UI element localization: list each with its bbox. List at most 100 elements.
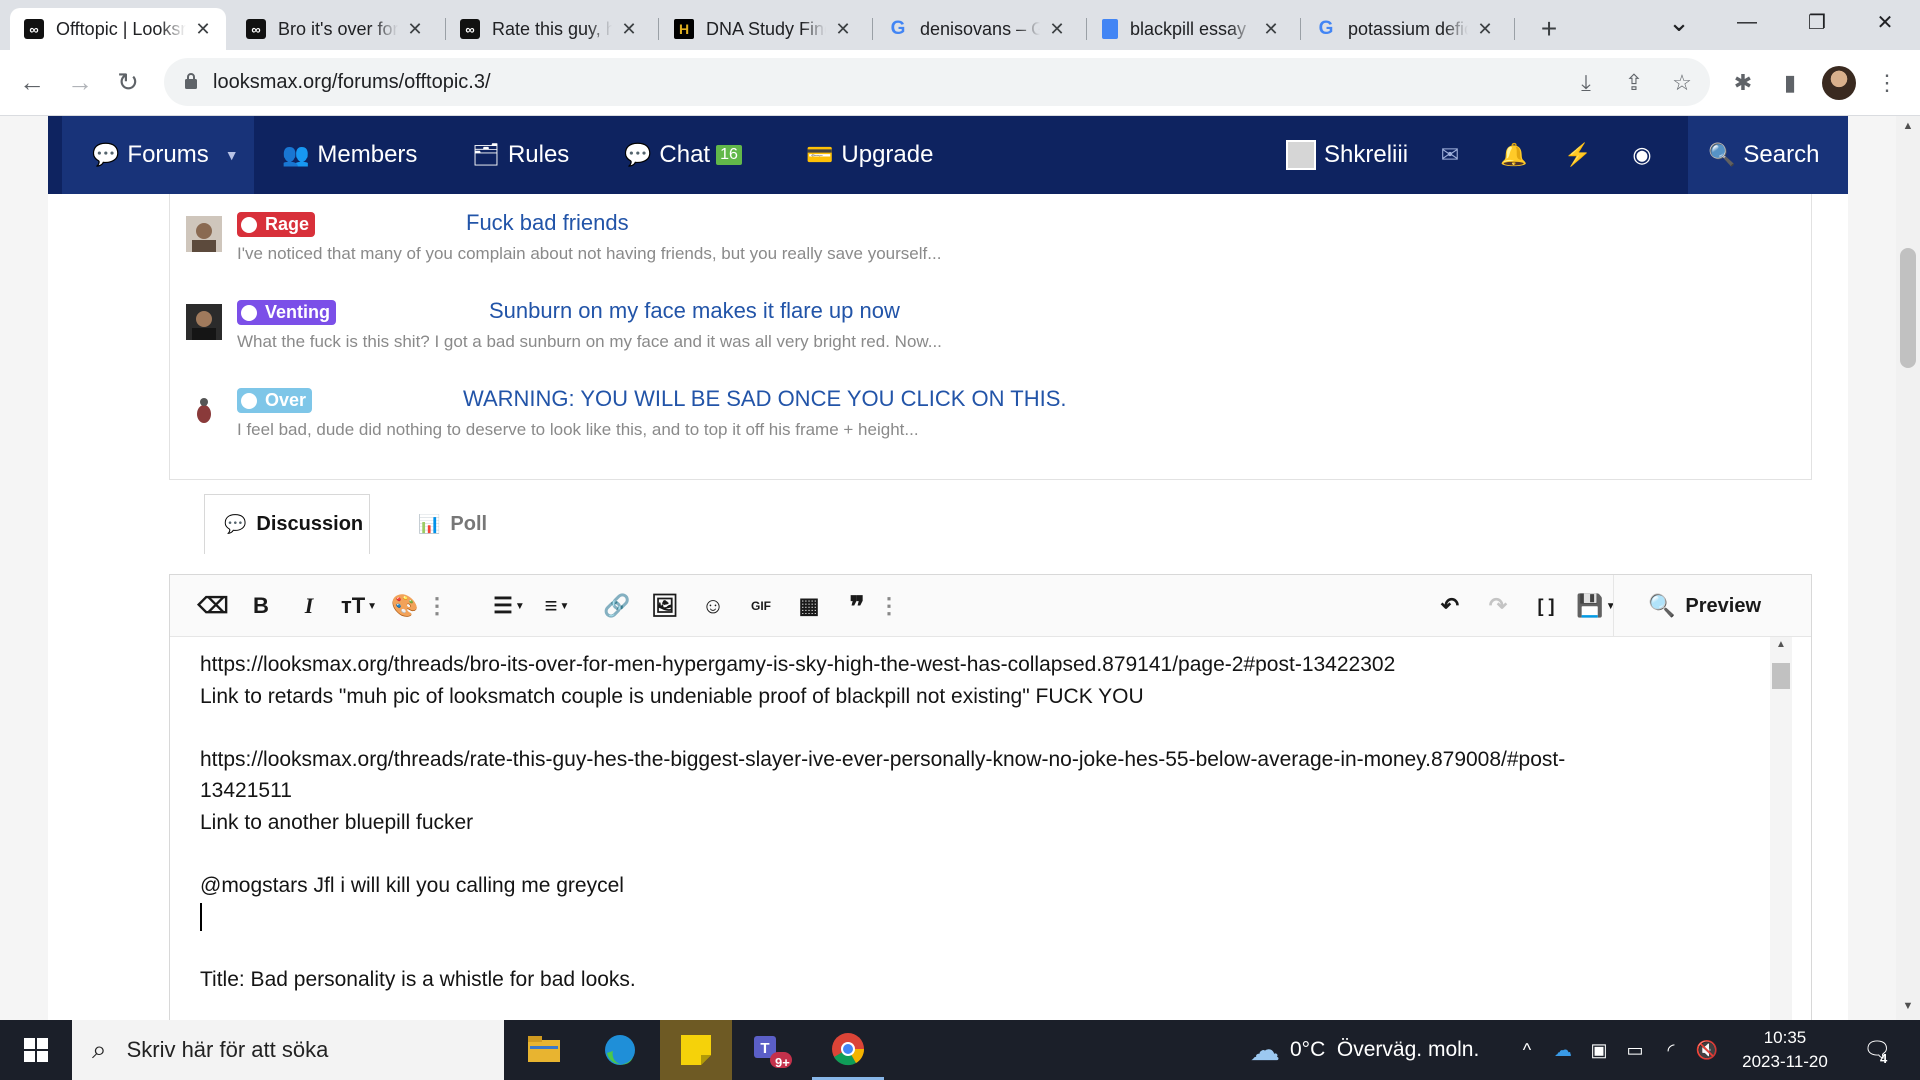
tab-poll[interactable]: 📊 Poll — [418, 494, 487, 554]
file-explorer-icon[interactable] — [508, 1020, 580, 1080]
avatar[interactable] — [186, 392, 222, 428]
close-tab-icon[interactable]: ✕ — [404, 18, 426, 40]
quote-icon[interactable]: ❞ — [840, 589, 874, 623]
eraser-icon[interactable]: ⌫ — [196, 589, 230, 623]
browser-tab-blackpill-essay[interactable]: blackpill essay ✕ — [1088, 8, 1294, 50]
extensions-icon[interactable]: ✱ — [1728, 68, 1758, 98]
install-app-icon[interactable]: ⤓ — [1573, 70, 1599, 96]
new-tab-icon[interactable]: + — [1532, 12, 1566, 46]
thread-title-link[interactable]: Sunburn on my face makes it flare up now — [489, 298, 900, 324]
chrome-menu-icon[interactable]: ⋮ — [1872, 68, 1902, 98]
tab-discussion[interactable]: 💬 Discussion — [204, 494, 370, 554]
share-icon[interactable]: ⇪ — [1621, 70, 1647, 96]
palette-icon[interactable]: 🎨 — [388, 589, 422, 623]
browser-tab-rate-this-guy[interactable]: ∞ Rate this guy, hes the ✕ — [446, 8, 652, 50]
edge-browser-icon[interactable] — [584, 1020, 656, 1080]
forward-icon[interactable]: → — [62, 64, 98, 100]
avatar[interactable] — [186, 216, 222, 252]
system-clock[interactable]: 10:35 2023-11-20 — [1735, 1026, 1835, 1074]
reload-icon[interactable]: ↻ — [110, 64, 146, 100]
editor-scrollbar[interactable]: ▲ — [1770, 637, 1792, 1020]
inbox-icon[interactable]: ✉ — [1430, 116, 1470, 194]
bell-icon[interactable]: 🔔 — [1494, 116, 1534, 194]
gif-icon[interactable]: GIF — [744, 589, 778, 623]
lock-icon[interactable] — [184, 72, 198, 90]
restore-icon[interactable]: ❐ — [1788, 0, 1846, 44]
browser-tab-dna-study[interactable]: H DNA Study Finds ✕ — [660, 8, 866, 50]
undo-icon[interactable]: ↶ — [1433, 589, 1467, 623]
tray-overflow-chevron-icon[interactable]: ^ — [1512, 1020, 1542, 1080]
close-tab-icon[interactable]: ✕ — [1260, 18, 1282, 40]
chevron-down-icon[interactable]: ▼ — [225, 147, 239, 163]
scroll-up-arrow-icon[interactable]: ▲ — [1770, 639, 1792, 650]
emoji-icon[interactable]: ☺ — [696, 589, 730, 623]
more-options-icon[interactable]: ⋮ — [426, 589, 448, 623]
profile-avatar[interactable] — [1822, 66, 1856, 100]
list-icon[interactable]: ☰ ▼ — [486, 589, 532, 623]
bbcode-toggle-icon[interactable]: [ ] — [1529, 589, 1563, 623]
nav-forums[interactable]: 💬 Forums ▼ — [62, 116, 254, 194]
nav-upgrade[interactable]: 💳 Upgrade — [806, 116, 933, 194]
avatar[interactable] — [186, 304, 222, 340]
redo-icon[interactable]: ↷ — [1481, 589, 1515, 623]
image-icon[interactable]: 🖼 — [648, 589, 682, 623]
editor-scroll-thumb[interactable] — [1772, 663, 1790, 689]
italic-icon[interactable]: I — [292, 589, 326, 623]
security-icon[interactable]: ▣ — [1584, 1020, 1614, 1080]
scroll-up-arrow-icon[interactable]: ▲ — [1896, 120, 1920, 132]
browser-tab-potassium[interactable]: G potassium deficiency ✕ — [1302, 8, 1508, 50]
window-close-icon[interactable]: ✕ — [1856, 0, 1914, 44]
page-scrollbar[interactable]: ▲ ▼ — [1896, 116, 1920, 1020]
side-panel-icon[interactable]: ▮ — [1775, 68, 1805, 98]
nav-chat[interactable]: 💬 Chat 16 — [624, 116, 742, 194]
page-scroll-thumb[interactable] — [1900, 248, 1916, 368]
text-size-icon[interactable]: тT ▼ — [336, 589, 382, 623]
battery-icon[interactable]: ▭ — [1620, 1020, 1650, 1080]
thread-prefix-venting[interactable]: Venting — [237, 300, 337, 325]
align-icon[interactable]: ≡ ▼ — [534, 589, 580, 623]
url-text[interactable]: looksmax.org/forums/offtopic.3/ — [213, 71, 491, 94]
chrome-taskbar-icon[interactable] — [812, 1020, 884, 1080]
bookmark-star-icon[interactable]: ☆ — [1669, 70, 1695, 96]
close-tab-icon[interactable]: ✕ — [618, 18, 640, 40]
notification-center-icon[interactable]: 🗨 4 — [1857, 1030, 1897, 1070]
nav-search[interactable]: 🔍 Search — [1688, 116, 1848, 194]
list-item[interactable]: Rage Fuck bad friends I've noticed that … — [186, 210, 1766, 282]
thread-prefix-rage[interactable]: Rage — [237, 212, 316, 237]
browser-tab-bro-its-over[interactable]: ∞ Bro it's over for men ✕ — [232, 8, 438, 50]
weather-widget[interactable]: ☁ 0°C Överväg. moln. — [1250, 1020, 1479, 1080]
back-icon[interactable]: ← — [14, 64, 50, 100]
nav-members[interactable]: 👥 Members — [282, 116, 417, 194]
bolt-icon[interactable]: ⚡ — [1558, 116, 1598, 194]
close-tab-icon[interactable]: ✕ — [832, 18, 854, 40]
more-options-icon[interactable]: ⋮ — [878, 589, 900, 623]
list-item[interactable]: Venting Sunburn on my face makes it flar… — [186, 298, 1766, 370]
scroll-down-arrow-icon[interactable]: ▼ — [1896, 1000, 1920, 1012]
editor-text-area[interactable]: https://looksmax.org/threads/bro-its-ove… — [200, 649, 1770, 996]
minimize-icon[interactable]: — — [1718, 0, 1776, 44]
list-item[interactable]: Over WARNING: YOU WILL BE SAD ONCE YOU C… — [186, 386, 1766, 458]
bold-icon[interactable]: B — [244, 589, 278, 623]
address-bar[interactable]: looksmax.org/forums/offtopic.3/ ⤓ ⇪ ☆ — [164, 58, 1710, 106]
teams-icon[interactable]: T 9+ — [736, 1020, 808, 1080]
sticky-notes-icon[interactable] — [660, 1020, 732, 1080]
media-icon[interactable]: ▦ — [792, 589, 826, 623]
browser-tab-offtopic[interactable]: ∞ Offtopic | Looksmax.org ✕ — [10, 8, 226, 50]
browser-tab-denisovans[interactable]: G denisovans – Google ✕ — [874, 8, 1080, 50]
thread-prefix-over[interactable]: Over — [237, 388, 313, 413]
thread-title-link[interactable]: WARNING: YOU WILL BE SAD ONCE YOU CLICK … — [463, 386, 1067, 412]
thread-title-link[interactable]: Fuck bad friends — [466, 210, 629, 236]
taskbar-search[interactable]: ⌕ Skriv här för att söka — [72, 1020, 504, 1080]
wifi-icon[interactable]: ◜ — [1656, 1020, 1686, 1080]
toggle-icon[interactable]: ◉ — [1622, 116, 1662, 194]
link-icon[interactable]: 🔗 — [600, 589, 634, 623]
onedrive-icon[interactable]: ☁ — [1548, 1020, 1578, 1080]
tab-search-icon[interactable]: ⌄ — [1650, 0, 1708, 44]
close-tab-icon[interactable]: ✕ — [1046, 18, 1068, 40]
preview-button[interactable]: 🔍 Preview — [1613, 575, 1811, 637]
nav-account[interactable]: Shkreliii — [1286, 116, 1408, 194]
volume-muted-icon[interactable]: 🔇 — [1692, 1020, 1722, 1080]
close-tab-icon[interactable]: ✕ — [192, 18, 214, 40]
nav-rules[interactable]: 🗂 Rules — [472, 116, 569, 194]
windows-start-button[interactable] — [0, 1020, 72, 1080]
